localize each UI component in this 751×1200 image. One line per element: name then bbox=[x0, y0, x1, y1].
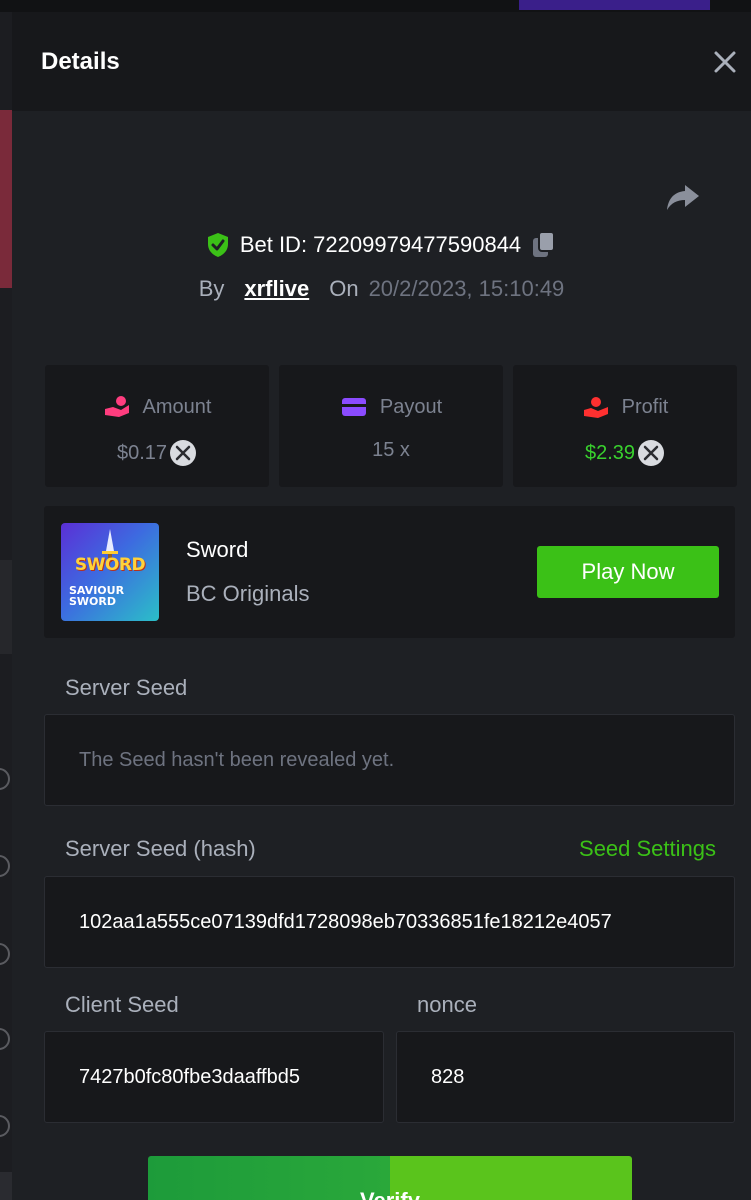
hand-money-icon bbox=[583, 397, 608, 418]
server-seed-field[interactable]: The Seed hasn't been revealed yet. bbox=[44, 714, 735, 806]
modal-title: Details bbox=[41, 48, 120, 75]
payout-value-row: 15 x bbox=[279, 439, 503, 462]
close-button[interactable] bbox=[711, 48, 739, 76]
xrp-coin-icon bbox=[170, 440, 197, 466]
game-thumbnail[interactable]: SWORD SAVIOUR SWORD bbox=[61, 523, 159, 621]
profit-value-row: $2.39 bbox=[513, 439, 737, 467]
client-seed-field[interactable]: 7427b0fc80fbe3daaffbd5 bbox=[44, 1031, 384, 1123]
thumbnail-title: SWORD bbox=[74, 555, 146, 575]
server-seed-label: Server Seed bbox=[65, 675, 188, 700]
amount-value: $0.17 bbox=[116, 441, 168, 464]
close-icon bbox=[714, 51, 736, 73]
by-label: By bbox=[198, 276, 225, 301]
profit-value: $2.39 bbox=[584, 441, 636, 464]
share-icon bbox=[667, 185, 699, 210]
game-name: Sword bbox=[186, 537, 249, 562]
background-banner bbox=[0, 110, 12, 288]
amount-card: Amount $0.17 bbox=[45, 365, 269, 487]
bet-date: 20/2/2023, 15:10:49 bbox=[368, 276, 565, 301]
payout-card: Payout 15 x bbox=[279, 365, 503, 487]
shield-check-icon bbox=[207, 233, 228, 257]
payout-value: 15 x bbox=[372, 439, 410, 461]
profit-card: Profit $2.39 bbox=[513, 365, 737, 487]
background-coin-icon bbox=[0, 855, 10, 877]
game-provider: BC Originals bbox=[186, 581, 310, 606]
coin-hand-icon bbox=[104, 396, 129, 417]
profit-label: Profit bbox=[621, 395, 669, 418]
game-card: SWORD SAVIOUR SWORD Sword BC Originals Pl… bbox=[44, 506, 735, 638]
background-button bbox=[519, 0, 710, 10]
profit-header: Profit bbox=[513, 395, 737, 419]
thumbnail-subtitle: SAVIOUR SWORD bbox=[69, 585, 124, 607]
background-coin-icon bbox=[0, 943, 10, 965]
seed-settings-link[interactable]: Seed Settings bbox=[579, 836, 716, 862]
thumbnail-subtitle-line2: SWORD bbox=[69, 595, 117, 608]
server-seed-hash-label: Server Seed (hash) bbox=[65, 836, 256, 861]
on-label: On bbox=[329, 276, 359, 301]
payout-header: Payout bbox=[279, 395, 503, 419]
copy-icon[interactable] bbox=[531, 231, 557, 259]
amount-label: Amount bbox=[142, 395, 212, 418]
bet-id-row: Bet ID: 72209979477590844 bbox=[12, 231, 751, 259]
background-strip bbox=[0, 560, 12, 654]
modal-header: Details bbox=[12, 12, 751, 111]
amount-value-row: $0.17 bbox=[45, 439, 269, 467]
bet-id: Bet ID: 72209979477590844 bbox=[239, 232, 522, 257]
background-coin-icon bbox=[0, 1115, 10, 1137]
server-seed-hash-field[interactable]: 102aa1a555ce07139dfd1728098eb70336851fe1… bbox=[44, 876, 735, 968]
play-now-button[interactable]: Play Now bbox=[537, 546, 719, 598]
client-seed-label: Client Seed bbox=[65, 992, 179, 1017]
background-coin-icon bbox=[0, 768, 10, 790]
share-button[interactable] bbox=[665, 179, 701, 215]
amount-header: Amount bbox=[45, 395, 269, 419]
nonce-field[interactable]: 828 bbox=[396, 1031, 735, 1123]
background-coin-icon bbox=[0, 1028, 10, 1050]
bet-details-modal: Details Bet ID: 72209979477590844 By xrf… bbox=[12, 12, 751, 1200]
user-link[interactable]: xrflive bbox=[244, 276, 309, 302]
wallet-icon bbox=[341, 398, 366, 416]
xrp-coin-icon bbox=[638, 440, 665, 466]
nonce-label: nonce bbox=[417, 992, 477, 1017]
payout-label: Payout bbox=[379, 395, 443, 418]
verify-button[interactable]: Verify bbox=[148, 1156, 632, 1200]
bet-meta-row: By xrflive On 20/2/2023, 15:10:49 bbox=[12, 276, 751, 302]
